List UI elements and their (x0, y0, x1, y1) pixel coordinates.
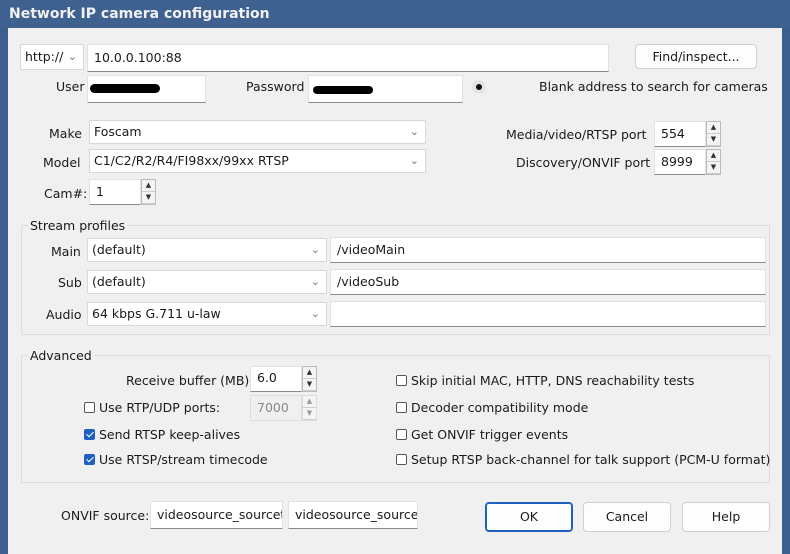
receive-buffer-spinner[interactable]: ▲ ▼ (302, 366, 317, 392)
cam-number-input[interactable]: 1 (89, 179, 141, 205)
advanced-title: Advanced (28, 348, 94, 363)
sub-profile-value: (default) (92, 274, 146, 289)
onvif-source-label: ONVIF source: (61, 508, 150, 523)
keepalive-checkbox[interactable]: Send RTSP keep-alives (84, 427, 240, 442)
stream-profiles-title: Stream profiles (28, 218, 128, 233)
make-select[interactable]: Foscam ⌄ (89, 120, 426, 144)
up-arrow-icon[interactable]: ▲ (707, 150, 720, 162)
cam-spinner[interactable]: ▲ ▼ (141, 179, 156, 205)
sub-label: Sub (58, 275, 82, 290)
sub-profile-select[interactable]: (default) ⌄ (87, 270, 327, 294)
onvif-port-label: Discovery/ONVIF port (516, 155, 651, 170)
model-value: C1/C2/R2/R4/FI98xx/99xx RTSP (94, 153, 289, 168)
password-label: Password (246, 79, 305, 94)
model-label: Model (43, 155, 81, 170)
redaction (90, 84, 160, 93)
ok-button[interactable]: OK (485, 502, 573, 532)
audio-path-input[interactable] (330, 301, 766, 327)
chevron-down-icon: ⌄ (67, 50, 77, 63)
onvif-source-input-1[interactable]: videosource_sourcet (150, 501, 283, 529)
down-arrow-icon[interactable]: ▼ (707, 134, 720, 146)
media-port-label: Media/video/RTSP port (506, 127, 647, 142)
scheme-select[interactable]: http://⌄ (20, 44, 84, 70)
model-select[interactable]: C1/C2/R2/R4/FI98xx/99xx RTSP ⌄ (89, 149, 426, 173)
password-input[interactable] (308, 75, 463, 103)
timecode-checkbox[interactable]: Use RTSP/stream timecode (84, 452, 268, 467)
chevron-down-icon: ⌄ (409, 125, 419, 138)
checkbox-box[interactable] (396, 402, 407, 413)
chevron-down-icon: ⌄ (409, 154, 419, 167)
eye-icon[interactable] (472, 80, 486, 94)
main-label: Main (51, 244, 81, 259)
onvif-trigger-label: Get ONVIF trigger events (411, 427, 569, 442)
backchannel-checkbox[interactable]: Setup RTSP back-channel for talk support… (396, 452, 770, 467)
cam-label: Cam#: (44, 186, 88, 201)
checkbox-box[interactable] (396, 429, 407, 440)
onvif-source-input-2[interactable]: videosource_sourcet (288, 501, 418, 529)
user-label: User (56, 79, 85, 94)
media-port-spinner[interactable]: ▲ ▼ (706, 121, 721, 147)
user-input[interactable] (87, 75, 206, 103)
media-port-input[interactable]: 554 (654, 121, 706, 147)
chevron-down-icon: ⌄ (310, 275, 320, 288)
audio-profile-value: 64 kbps G.711 u-law (92, 306, 221, 321)
onvif-port-input[interactable]: 8999 (654, 149, 706, 175)
checkbox-box[interactable] (84, 454, 95, 465)
skip-tests-checkbox[interactable]: Skip initial MAC, HTTP, DNS reachability… (396, 373, 694, 388)
redaction (313, 86, 373, 94)
make-label: Make (49, 126, 82, 141)
find-inspect-button[interactable]: Find/inspect... (635, 44, 757, 69)
help-button[interactable]: Help (682, 502, 770, 532)
up-arrow-icon[interactable]: ▲ (707, 122, 720, 134)
search-hint: Blank address to search for cameras (539, 79, 768, 94)
checkbox-box[interactable] (84, 429, 95, 440)
sub-path-input[interactable]: /videoSub (330, 269, 766, 295)
main-path-input[interactable]: /videoMain (330, 237, 766, 263)
scheme-value: http:// (25, 49, 64, 64)
up-arrow-icon[interactable]: ▲ (142, 180, 155, 192)
onvif-trigger-checkbox[interactable]: Get ONVIF trigger events (396, 427, 568, 442)
address-input[interactable]: 10.0.0.100:88 (87, 44, 609, 72)
decoder-compat-label: Decoder compatibility mode (411, 400, 589, 415)
audio-label: Audio (46, 307, 82, 322)
down-arrow-icon[interactable]: ▼ (707, 162, 720, 174)
timecode-label: Use RTSP/stream timecode (99, 452, 268, 467)
chevron-down-icon: ⌄ (310, 307, 320, 320)
receive-buffer-input[interactable]: 6.0 (250, 366, 302, 392)
cancel-button[interactable]: Cancel (583, 502, 671, 532)
keepalive-label: Send RTSP keep-alives (99, 427, 241, 442)
up-arrow-icon[interactable]: ▲ (303, 367, 316, 379)
use-rtp-label: Use RTP/UDP ports: (99, 400, 221, 415)
make-value: Foscam (94, 124, 142, 139)
title-bar: Network IP camera configuration (0, 0, 790, 28)
main-profile-value: (default) (92, 242, 146, 257)
up-arrow-icon[interactable]: ▲ (303, 396, 316, 408)
chevron-down-icon: ⌄ (310, 243, 320, 256)
down-arrow-icon[interactable]: ▼ (303, 408, 316, 420)
onvif-port-spinner[interactable]: ▲ ▼ (706, 149, 721, 175)
checkbox-box[interactable] (84, 402, 95, 413)
checkbox-box[interactable] (396, 454, 407, 465)
dialog-body: http://⌄ 10.0.0.100:88 Find/inspect... U… (8, 28, 782, 554)
rtp-port-spinner[interactable]: ▲ ▼ (302, 395, 317, 421)
down-arrow-icon[interactable]: ▼ (142, 192, 155, 204)
use-rtp-checkbox[interactable]: Use RTP/UDP ports: (84, 400, 220, 415)
decoder-compat-checkbox[interactable]: Decoder compatibility mode (396, 400, 588, 415)
backchannel-label: Setup RTSP back-channel for talk support… (411, 452, 771, 467)
down-arrow-icon[interactable]: ▼ (303, 379, 316, 391)
receive-buffer-label: Receive buffer (MB) (126, 373, 250, 388)
checkbox-box[interactable] (396, 375, 407, 386)
skip-tests-label: Skip initial MAC, HTTP, DNS reachability… (411, 373, 695, 388)
main-profile-select[interactable]: (default) ⌄ (87, 238, 327, 262)
audio-profile-select[interactable]: 64 kbps G.711 u-law ⌄ (87, 302, 327, 326)
rtp-port-input[interactable]: 7000 (250, 395, 302, 421)
